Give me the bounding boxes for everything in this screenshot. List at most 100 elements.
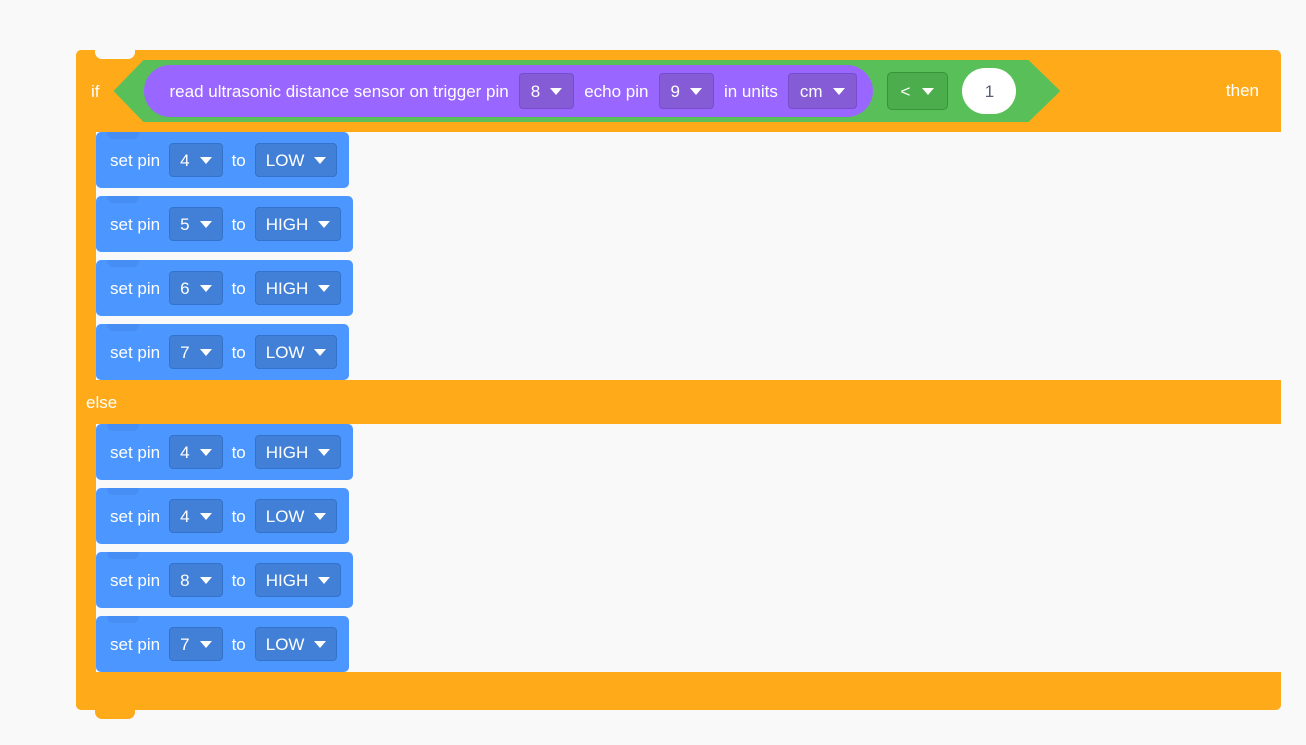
pin-state-dropdown[interactable]: HIGH bbox=[254, 271, 342, 305]
pin-number-value: 5 bbox=[180, 214, 190, 234]
chevron-down-icon bbox=[199, 640, 212, 648]
chevron-down-icon bbox=[318, 284, 331, 292]
units-value: cm bbox=[799, 81, 823, 101]
then-branch-arm: set pin 4 to LOW set pin 5 to HIGH set pin 6 to HIG… bbox=[76, 132, 1281, 380]
else-bar[interactable]: else bbox=[76, 380, 1281, 424]
block-notch bbox=[107, 552, 139, 559]
to-label: to bbox=[231, 214, 246, 234]
block-notch bbox=[107, 196, 139, 203]
block-notch bbox=[107, 488, 139, 495]
else-block-stack[interactable]: set pin 4 to HIGH set pin 4 to LOW set pin 8 to HIG… bbox=[96, 424, 1281, 672]
then-keyword: then bbox=[1225, 81, 1259, 100]
set-pin-label: set pin bbox=[110, 150, 161, 170]
else-keyword: else bbox=[86, 392, 118, 412]
set-pin-block[interactable]: set pin 7 to LOW bbox=[96, 616, 350, 672]
pin-number-dropdown[interactable]: 5 bbox=[169, 207, 223, 241]
block-notch bbox=[107, 132, 139, 139]
chevron-down-icon bbox=[199, 284, 212, 292]
comparison-operator-block[interactable]: read ultrasonic distance sensor on trigg… bbox=[114, 60, 1061, 122]
chevron-down-icon bbox=[314, 348, 327, 356]
pin-state-dropdown[interactable]: LOW bbox=[254, 335, 338, 369]
pin-state-dropdown[interactable]: LOW bbox=[254, 627, 338, 661]
chevron-down-icon bbox=[318, 220, 331, 228]
chevron-down-icon bbox=[199, 512, 212, 520]
ultrasonic-sensor-reporter[interactable]: read ultrasonic distance sensor on trigg… bbox=[144, 65, 873, 117]
then-branch-slot[interactable]: set pin 4 to LOW set pin 5 to HIGH set pin 6 to HIG… bbox=[96, 132, 1281, 380]
set-pin-block[interactable]: set pin 6 to HIGH bbox=[96, 260, 354, 316]
pin-number-value: 4 bbox=[180, 506, 190, 526]
pin-state-dropdown[interactable]: LOW bbox=[254, 143, 338, 177]
to-label: to bbox=[231, 150, 246, 170]
to-label: to bbox=[231, 570, 246, 590]
sensor-label-read: read ultrasonic distance sensor on trigg… bbox=[169, 81, 509, 101]
set-pin-label: set pin bbox=[110, 570, 161, 590]
set-pin-block[interactable]: set pin 8 to HIGH bbox=[96, 552, 354, 608]
chevron-down-icon bbox=[199, 448, 212, 456]
sensor-label-units: in units bbox=[723, 81, 778, 101]
pin-state-dropdown[interactable]: HIGH bbox=[254, 435, 342, 469]
chevron-down-icon bbox=[318, 576, 331, 584]
pin-number-value: 4 bbox=[180, 150, 190, 170]
pin-number-dropdown[interactable]: 4 bbox=[169, 143, 223, 177]
echo-pin-value: 9 bbox=[670, 81, 680, 101]
pin-number-value: 7 bbox=[180, 342, 190, 362]
chevron-down-icon bbox=[690, 88, 702, 95]
pin-number-dropdown[interactable]: 8 bbox=[169, 563, 223, 597]
sensor-label-echo: echo pin bbox=[584, 81, 649, 101]
set-pin-block[interactable]: set pin 5 to HIGH bbox=[96, 196, 354, 252]
pin-number-value: 8 bbox=[180, 570, 190, 590]
pin-number-dropdown[interactable]: 4 bbox=[169, 435, 223, 469]
pin-state-value: HIGH bbox=[265, 278, 309, 298]
set-pin-label: set pin bbox=[110, 442, 161, 462]
pin-state-dropdown[interactable]: HIGH bbox=[254, 563, 342, 597]
pin-state-value: LOW bbox=[265, 342, 305, 362]
set-pin-label: set pin bbox=[110, 506, 161, 526]
pin-number-dropdown[interactable]: 4 bbox=[169, 499, 223, 533]
pin-number-value: 7 bbox=[180, 634, 190, 654]
set-pin-block[interactable]: set pin 4 to LOW bbox=[96, 132, 350, 188]
chevron-down-icon bbox=[550, 88, 562, 95]
else-branch-arm: set pin 4 to HIGH set pin 4 to LOW set pin 8 to HIG… bbox=[76, 424, 1281, 672]
set-pin-block[interactable]: set pin 4 to HIGH bbox=[96, 424, 354, 480]
block-bottom-nub bbox=[95, 710, 135, 719]
if-else-block[interactable]: if read ultrasonic distance sensor on tr… bbox=[76, 50, 1281, 719]
chevron-down-icon bbox=[199, 156, 212, 164]
set-pin-label: set pin bbox=[110, 342, 161, 362]
block-notch bbox=[107, 424, 139, 431]
if-header[interactable]: if read ultrasonic distance sensor on tr… bbox=[76, 50, 1281, 132]
pin-state-dropdown[interactable]: HIGH bbox=[254, 207, 342, 241]
else-branch-slot[interactable]: set pin 4 to HIGH set pin 4 to LOW set pin 8 to HIG… bbox=[96, 424, 1281, 672]
trigger-pin-dropdown[interactable]: 8 bbox=[519, 73, 574, 109]
units-dropdown[interactable]: cm bbox=[788, 73, 857, 109]
then-block-stack[interactable]: set pin 4 to LOW set pin 5 to HIGH set pin 6 to HIG… bbox=[96, 132, 1281, 380]
block-notch bbox=[107, 616, 139, 623]
pin-state-value: HIGH bbox=[265, 442, 309, 462]
threshold-number-input[interactable]: 1 bbox=[962, 68, 1016, 114]
blockly-workspace[interactable]: if read ultrasonic distance sensor on tr… bbox=[0, 0, 1306, 745]
to-label: to bbox=[231, 278, 246, 298]
pin-number-dropdown[interactable]: 6 bbox=[169, 271, 223, 305]
chevron-down-icon bbox=[833, 88, 845, 95]
trigger-pin-value: 8 bbox=[530, 81, 541, 101]
pin-number-value: 4 bbox=[180, 442, 190, 462]
set-pin-block[interactable]: set pin 4 to LOW bbox=[96, 488, 350, 544]
block-notch bbox=[107, 324, 139, 331]
pin-number-dropdown[interactable]: 7 bbox=[169, 335, 223, 369]
block-top-notch bbox=[89, 50, 141, 59]
if-block-footer bbox=[76, 672, 1281, 719]
to-label: to bbox=[231, 634, 246, 654]
pin-state-value: LOW bbox=[265, 150, 305, 170]
pin-number-dropdown[interactable]: 7 bbox=[169, 627, 223, 661]
chevron-down-icon bbox=[199, 348, 212, 356]
pin-state-value: HIGH bbox=[265, 570, 309, 590]
block-notch bbox=[107, 260, 139, 267]
chevron-down-icon bbox=[922, 88, 934, 95]
set-pin-block[interactable]: set pin 7 to LOW bbox=[96, 324, 350, 380]
echo-pin-dropdown[interactable]: 9 bbox=[659, 73, 714, 109]
if-keyword: if bbox=[91, 81, 100, 101]
operator-symbol: < bbox=[900, 81, 911, 101]
chevron-down-icon bbox=[199, 576, 212, 584]
pin-state-dropdown[interactable]: LOW bbox=[254, 499, 338, 533]
chevron-down-icon bbox=[314, 156, 327, 164]
operator-symbol-dropdown[interactable]: < bbox=[887, 72, 949, 110]
